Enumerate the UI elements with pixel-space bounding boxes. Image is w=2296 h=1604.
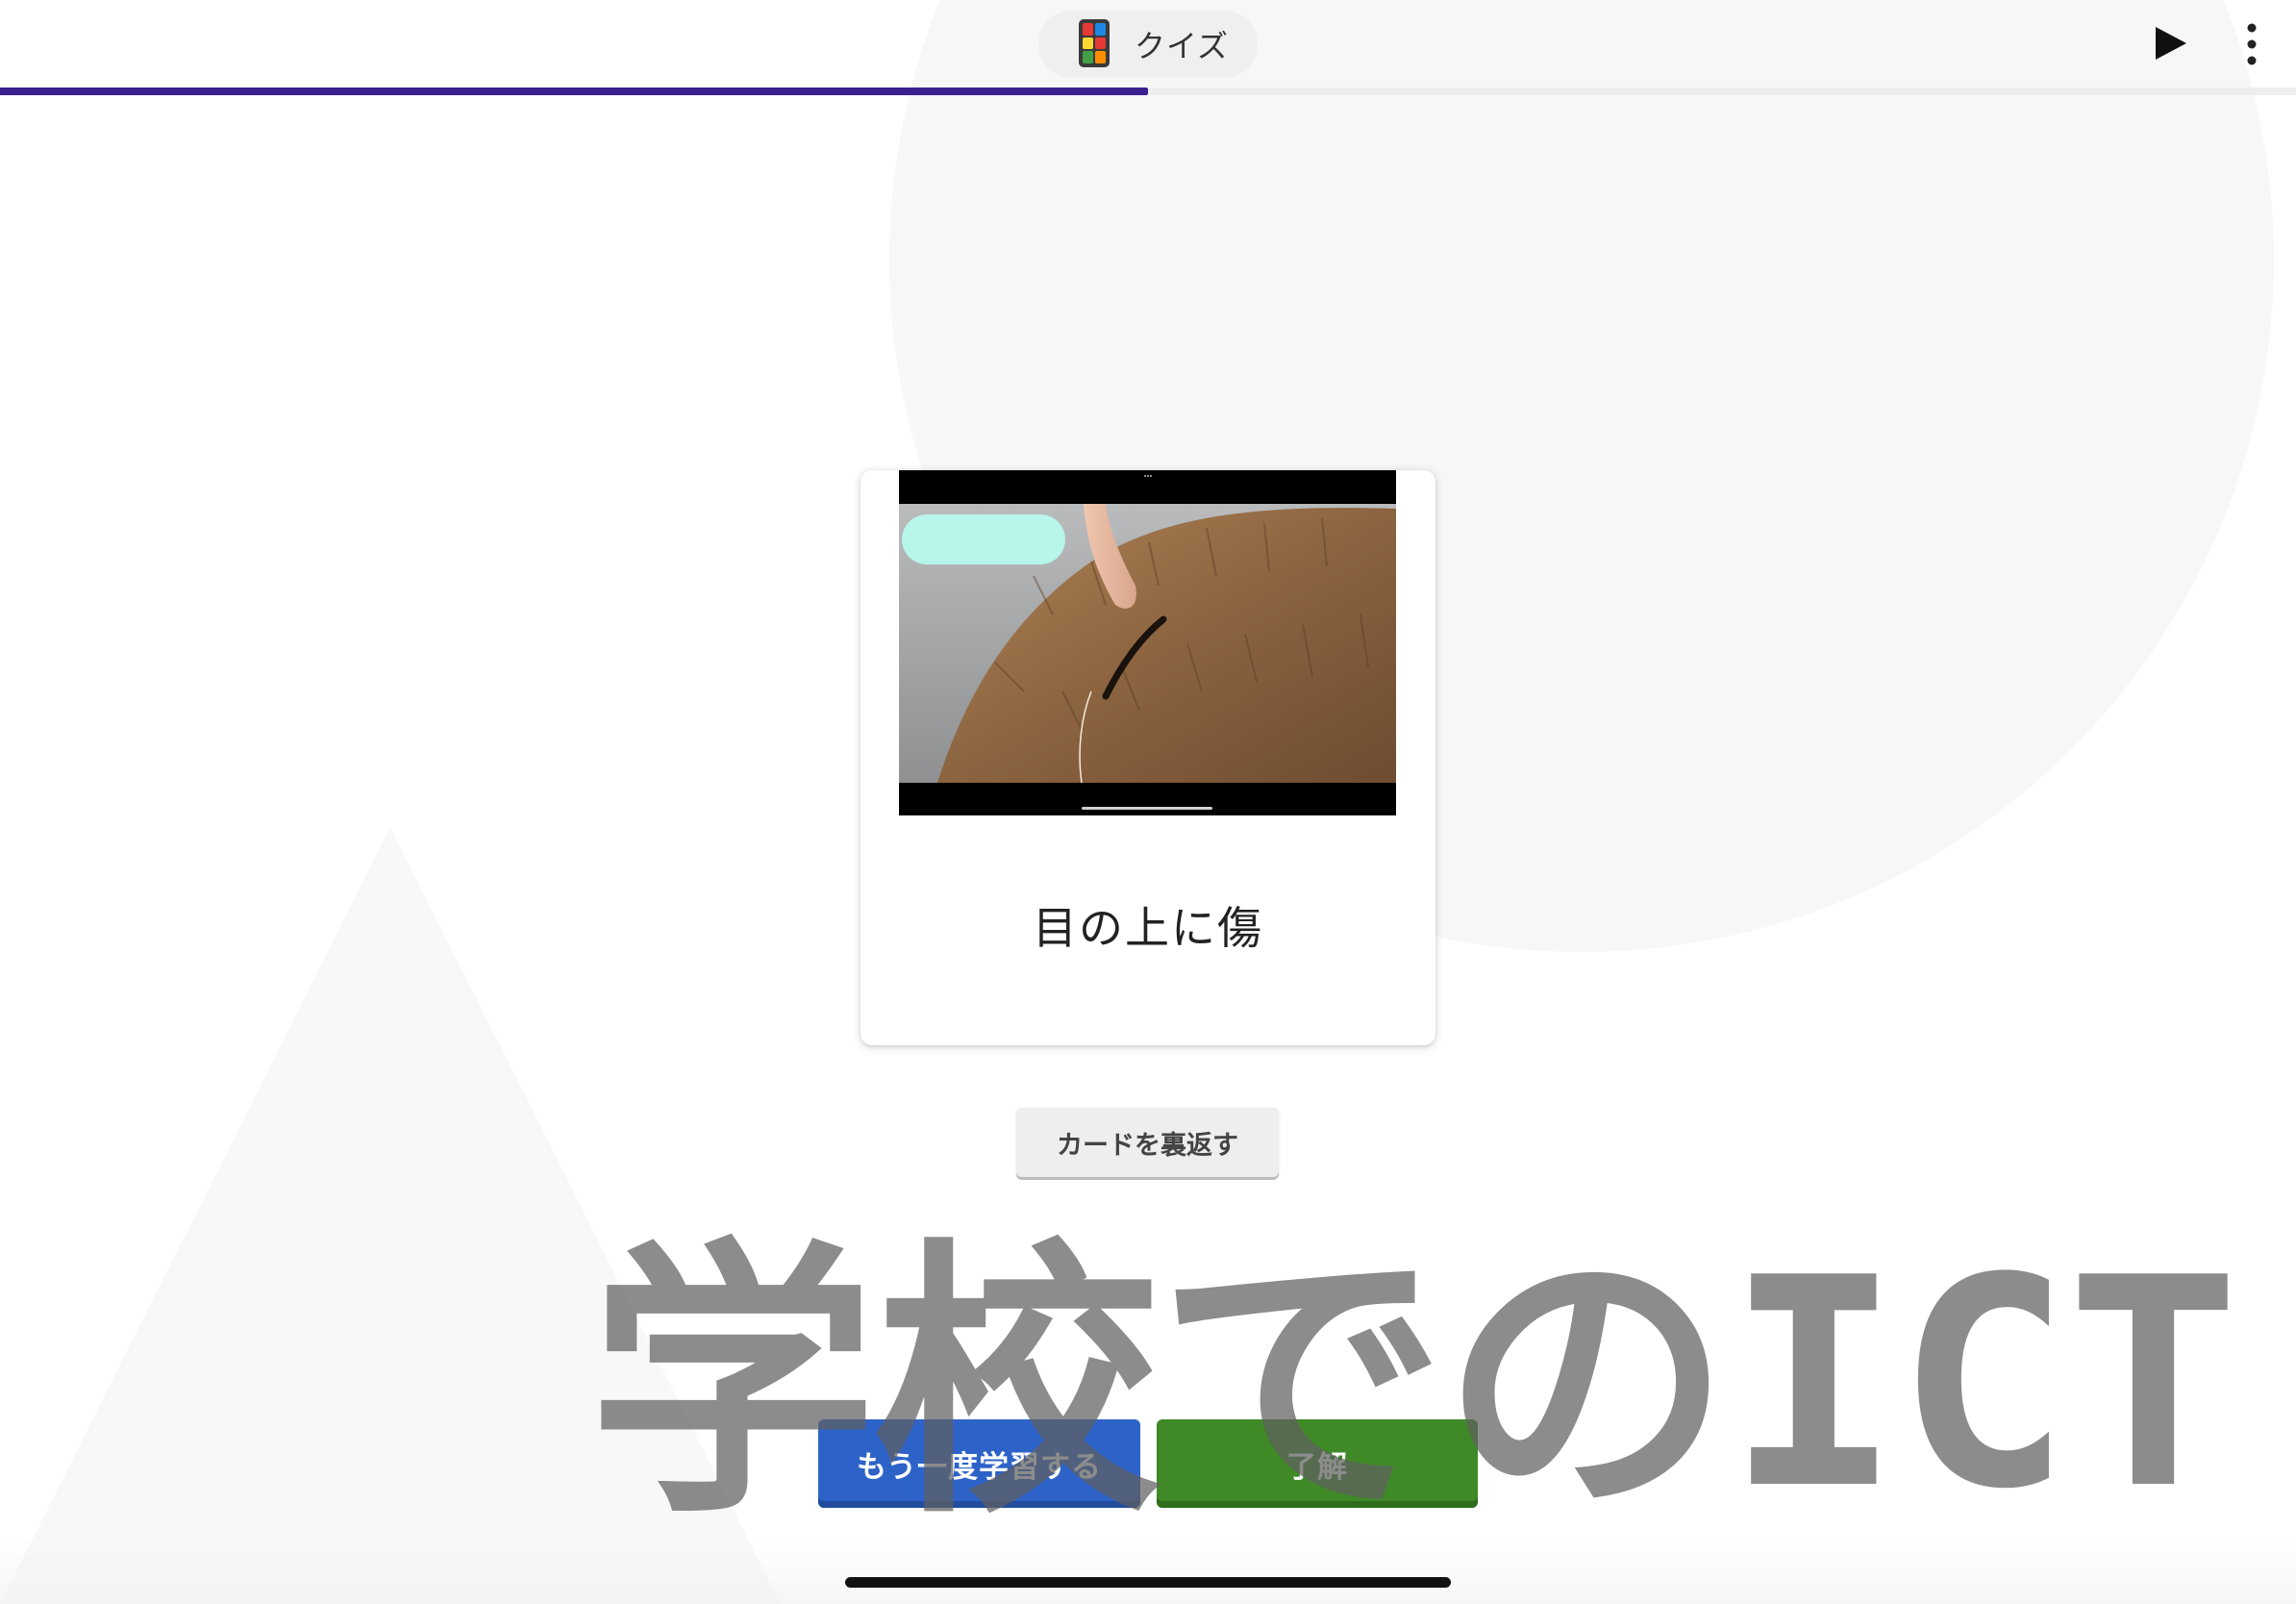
card-image xyxy=(899,470,1396,815)
more-vertical-icon[interactable] xyxy=(2233,21,2271,67)
flip-card-button[interactable]: カードを裏返す xyxy=(1016,1108,1279,1177)
study-again-button[interactable]: もう一度学習する xyxy=(818,1419,1140,1508)
top-bar: クイズ xyxy=(0,0,2296,95)
got-it-button[interactable]: 了解 xyxy=(1157,1419,1478,1508)
capybara-photo xyxy=(899,470,1396,815)
quiz-screen: クイズ 目の上に傷 カードを裏返す もう一度学習する 了解 学校でのICT xyxy=(0,0,2296,1604)
background-triangle xyxy=(0,827,781,1604)
progress-bar-fill xyxy=(0,88,1148,95)
home-indicator[interactable] xyxy=(845,1577,1451,1588)
flash-card[interactable]: 目の上に傷 xyxy=(861,470,1435,1045)
title-pill: クイズ xyxy=(1038,11,1258,78)
bottom-fade xyxy=(0,1539,2296,1604)
quiz-app-logo-icon xyxy=(1079,19,1110,67)
page-title: クイズ xyxy=(1135,28,1230,64)
progress-bar xyxy=(0,88,2296,95)
play-icon[interactable] xyxy=(2154,25,2188,62)
card-term: 目の上に傷 xyxy=(1033,902,1263,954)
